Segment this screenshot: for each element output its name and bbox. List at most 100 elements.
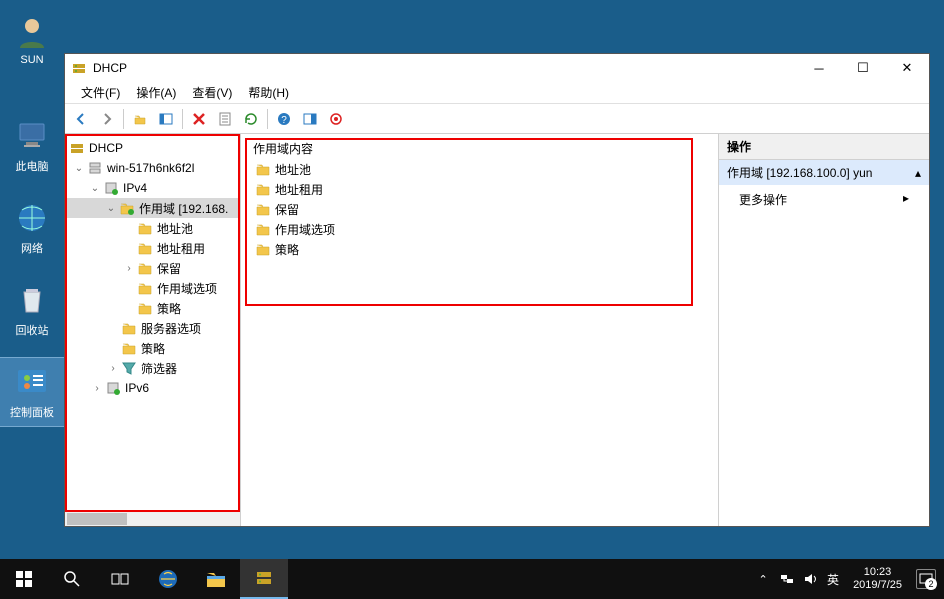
window-title: DHCP bbox=[93, 61, 797, 75]
notification-count: 2 bbox=[925, 578, 937, 590]
taskbar: ⌃ 英 10:23 2019/7/25 2 bbox=[0, 559, 944, 599]
chevron-right-icon[interactable]: › bbox=[123, 263, 135, 274]
list-item-label: 作用域选项 bbox=[275, 221, 335, 238]
chevron-right-icon[interactable]: › bbox=[91, 383, 103, 394]
menu-help[interactable]: 帮助(H) bbox=[240, 82, 297, 103]
notifications-button[interactable]: 2 bbox=[916, 569, 936, 589]
desktop-label: 此电脑 bbox=[16, 158, 49, 174]
list-item[interactable]: 作用域选项 bbox=[249, 219, 710, 239]
dhcp-window: DHCP ─ ☐ ✕ 文件(F) 操作(A) 查看(V) 帮助(H) ? bbox=[64, 53, 930, 527]
close-button[interactable]: ✕ bbox=[885, 55, 929, 81]
maximize-button[interactable]: ☐ bbox=[841, 55, 885, 81]
tree-policies[interactable]: 策略 bbox=[65, 338, 240, 358]
tree-label: 策略 bbox=[155, 300, 181, 317]
tree-server[interactable]: ⌄ win-517h6nk6f2l bbox=[65, 158, 240, 178]
back-button[interactable] bbox=[69, 107, 93, 131]
menu-file[interactable]: 文件(F) bbox=[73, 82, 128, 103]
tree-label: 作用域选项 bbox=[155, 280, 217, 297]
list-item-label: 策略 bbox=[275, 241, 299, 258]
chevron-right-icon[interactable]: › bbox=[107, 363, 119, 374]
network-icon[interactable] bbox=[779, 571, 795, 587]
tree-item[interactable]: › 保留 bbox=[65, 258, 240, 278]
tree-label: IPv4 bbox=[121, 181, 147, 195]
actions-header: 操作 bbox=[719, 134, 929, 160]
tree-label: 保留 bbox=[155, 260, 181, 277]
desktop-label: SUN bbox=[20, 54, 43, 66]
start-button[interactable] bbox=[0, 559, 48, 599]
tree-label: win-517h6nk6f2l bbox=[105, 161, 194, 175]
tree-item[interactable]: 作用域选项 bbox=[65, 278, 240, 298]
actions-more-label: 更多操作 bbox=[739, 191, 787, 208]
tree-ipv6[interactable]: › IPv6 bbox=[65, 378, 240, 398]
tree-item[interactable]: 策略 bbox=[65, 298, 240, 318]
actions-more[interactable]: 更多操作 ▸ bbox=[719, 185, 929, 214]
svg-text:?: ? bbox=[281, 115, 287, 126]
chevron-down-icon[interactable]: ⌄ bbox=[73, 163, 85, 174]
taskbar-explorer[interactable] bbox=[192, 559, 240, 599]
list-item[interactable]: 保留 bbox=[249, 199, 710, 219]
tree-item[interactable]: 地址租用 bbox=[65, 238, 240, 258]
list-item[interactable]: 地址租用 bbox=[249, 179, 710, 199]
desktop-label: 回收站 bbox=[16, 322, 49, 338]
delete-button[interactable] bbox=[187, 107, 211, 131]
chevron-right-icon: ▸ bbox=[903, 191, 909, 208]
tree-ipv4[interactable]: ⌄ IPv4 bbox=[65, 178, 240, 198]
up-button[interactable] bbox=[128, 107, 152, 131]
help-button[interactable]: ? bbox=[272, 107, 296, 131]
chevron-down-icon[interactable]: ⌄ bbox=[105, 203, 117, 214]
desktop-icon-network[interactable]: 网络 bbox=[0, 194, 64, 262]
actions-scope-label: 作用域 [192.168.100.0] yun bbox=[727, 164, 872, 181]
tree-label: IPv6 bbox=[123, 381, 149, 395]
chevron-down-icon[interactable]: ⌄ bbox=[89, 183, 101, 194]
desktop-label: 网络 bbox=[21, 240, 43, 256]
taskbar-ie[interactable] bbox=[144, 559, 192, 599]
collapse-icon: ▴ bbox=[915, 166, 921, 180]
tree-item[interactable]: 地址池 bbox=[65, 218, 240, 238]
taskbar-dhcp[interactable] bbox=[240, 559, 288, 599]
tree-label: 作用域 [192.168. bbox=[137, 200, 228, 217]
desktop-label: 控制面板 bbox=[10, 404, 54, 420]
list-item[interactable]: 策略 bbox=[249, 239, 710, 259]
menu-view[interactable]: 查看(V) bbox=[184, 82, 240, 103]
ime-indicator[interactable]: 英 bbox=[827, 571, 839, 588]
tree-label: 策略 bbox=[139, 340, 165, 357]
list-item[interactable]: 地址池 bbox=[249, 159, 710, 179]
tree-label: 地址租用 bbox=[155, 240, 205, 257]
desktop-icon-recycle[interactable]: 回收站 bbox=[0, 276, 64, 344]
task-view-button[interactable] bbox=[96, 559, 144, 599]
minimize-button[interactable]: ─ bbox=[797, 55, 841, 81]
options-button[interactable] bbox=[298, 107, 322, 131]
show-hide-button[interactable] bbox=[154, 107, 178, 131]
tree-server-options[interactable]: 服务器选项 bbox=[65, 318, 240, 338]
dhcp-icon bbox=[71, 60, 87, 76]
tree-label: 筛选器 bbox=[139, 360, 177, 377]
tree-root[interactable]: DHCP bbox=[65, 138, 240, 158]
tray-chevron-up-icon[interactable]: ⌃ bbox=[755, 571, 771, 587]
toolbar: ? bbox=[65, 104, 929, 134]
clock[interactable]: 10:23 2019/7/25 bbox=[847, 566, 908, 592]
list-pane: 作用域内容 地址池 地址租用 保留 作用域选项 策略 bbox=[241, 134, 719, 526]
desktop-icon-control-panel[interactable]: 控制面板 bbox=[0, 358, 64, 426]
tree-label: DHCP bbox=[87, 141, 123, 155]
list-header: 作用域内容 bbox=[249, 138, 710, 159]
titlebar[interactable]: DHCP ─ ☐ ✕ bbox=[65, 54, 929, 82]
menu-action[interactable]: 操作(A) bbox=[128, 82, 184, 103]
volume-icon[interactable] bbox=[803, 571, 819, 587]
actions-scope[interactable]: 作用域 [192.168.100.0] yun ▴ bbox=[719, 160, 929, 185]
search-button[interactable] bbox=[48, 559, 96, 599]
forward-button[interactable] bbox=[95, 107, 119, 131]
clock-time: 10:23 bbox=[853, 566, 902, 579]
record-button[interactable] bbox=[324, 107, 348, 131]
list-item-label: 地址池 bbox=[275, 161, 311, 178]
desktop-icons: SUN 此电脑 网络 回收站 控制面板 bbox=[0, 0, 64, 426]
actions-pane: 操作 作用域 [192.168.100.0] yun ▴ 更多操作 ▸ bbox=[719, 134, 929, 526]
refresh-button[interactable] bbox=[239, 107, 263, 131]
properties-button[interactable] bbox=[213, 107, 237, 131]
desktop-icon-user[interactable]: SUN bbox=[0, 8, 64, 72]
tree-scope[interactable]: ⌄ 作用域 [192.168. bbox=[65, 198, 240, 218]
tree-filters[interactable]: › 筛选器 bbox=[65, 358, 240, 378]
tree-label: 地址池 bbox=[155, 220, 193, 237]
tree-pane: DHCP ⌄ win-517h6nk6f2l ⌄ IPv4 ⌄ 作用域 [192… bbox=[65, 134, 241, 526]
tree-scrollbar[interactable] bbox=[65, 512, 240, 526]
desktop-icon-computer[interactable]: 此电脑 bbox=[0, 112, 64, 180]
